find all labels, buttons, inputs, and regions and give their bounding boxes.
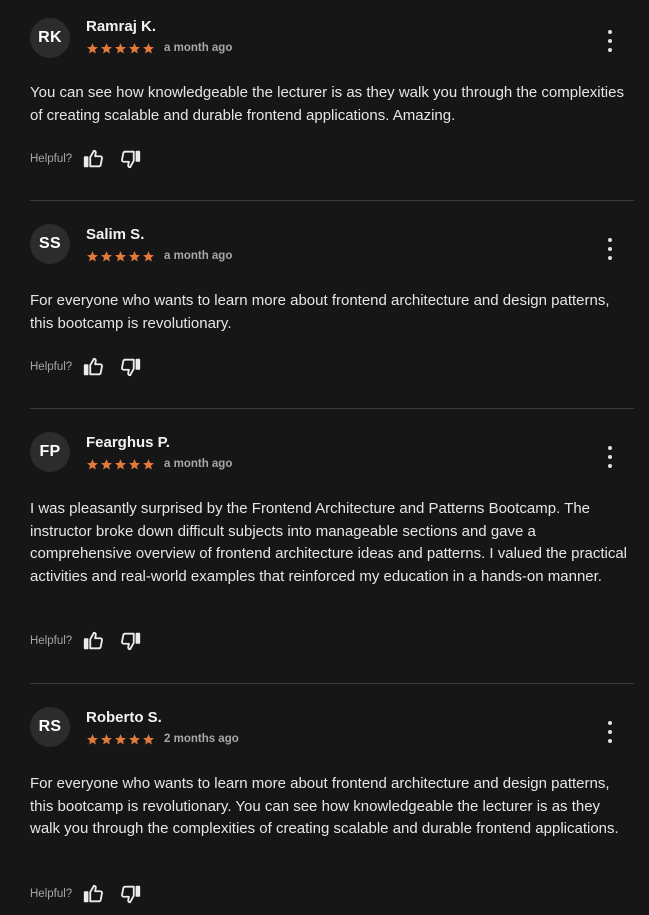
review-text: I was pleasantly surprised by the Fronte… xyxy=(30,500,627,585)
star-icon xyxy=(143,42,154,53)
star-icon xyxy=(115,42,126,53)
review-text: For everyone who wants to learn more abo… xyxy=(30,775,619,838)
thumbs-down-icon[interactable] xyxy=(120,356,142,378)
review-card: RS Roberto S. 2 months ago For everyone … xyxy=(30,684,634,915)
thumbs-down-icon[interactable] xyxy=(120,883,142,905)
rating-row: a month ago xyxy=(86,457,232,471)
reviewer-name: Salim S. xyxy=(86,226,145,243)
more-options-icon[interactable] xyxy=(602,30,618,52)
reviewer-name: Roberto S. xyxy=(86,709,162,726)
star-rating xyxy=(86,42,155,55)
avatar: SS xyxy=(30,224,70,264)
review-date: a month ago xyxy=(164,250,233,262)
star-icon xyxy=(143,733,154,744)
star-icon xyxy=(87,42,98,53)
review-text: You can see how knowledgeable the lectur… xyxy=(30,84,624,124)
star-icon xyxy=(129,42,140,53)
helpful-row: Helpful? xyxy=(30,630,142,652)
star-icon xyxy=(115,458,126,469)
helpful-row: Helpful? xyxy=(30,356,142,378)
helpful-label: Helpful? xyxy=(30,635,73,647)
thumbs-down-icon[interactable] xyxy=(120,148,142,170)
review-card: FP Fearghus P. a month ago I was pleasan… xyxy=(30,409,634,684)
review-date: a month ago xyxy=(164,458,233,470)
star-icon xyxy=(101,42,112,53)
helpful-label: Helpful? xyxy=(30,153,73,165)
review-date: 2 months ago xyxy=(164,733,239,745)
star-icon xyxy=(129,458,140,469)
rating-row: a month ago xyxy=(86,249,232,263)
thumbs-down-icon[interactable] xyxy=(120,630,142,652)
helpful-label: Helpful? xyxy=(30,888,73,900)
star-icon xyxy=(101,458,112,469)
thumbs-up-icon[interactable] xyxy=(82,356,104,378)
star-icon xyxy=(87,733,98,744)
avatar: FP xyxy=(30,432,70,472)
star-rating xyxy=(86,250,155,263)
star-icon xyxy=(115,250,126,261)
star-icon xyxy=(87,250,98,261)
helpful-row: Helpful? xyxy=(30,148,142,170)
star-icon xyxy=(101,733,112,744)
rating-row: a month ago xyxy=(86,41,232,55)
review-card: SS Salim S. a month ago For everyone who… xyxy=(30,201,634,409)
rating-row: 2 months ago xyxy=(86,732,239,746)
reviewer-name: Fearghus P. xyxy=(86,434,170,451)
star-rating xyxy=(86,733,155,746)
review-text: For everyone who wants to learn more abo… xyxy=(30,292,610,332)
star-icon xyxy=(115,733,126,744)
more-options-icon[interactable] xyxy=(602,238,618,260)
thumbs-up-icon[interactable] xyxy=(82,883,104,905)
reviewer-name: Ramraj K. xyxy=(86,18,157,35)
star-rating xyxy=(86,458,155,471)
avatar: RK xyxy=(30,18,70,58)
star-icon xyxy=(101,250,112,261)
more-options-icon[interactable] xyxy=(602,446,618,468)
thumbs-up-icon[interactable] xyxy=(82,630,104,652)
thumbs-up-icon[interactable] xyxy=(82,148,104,170)
star-icon xyxy=(143,250,154,261)
star-icon xyxy=(129,733,140,744)
review-card: RK Ramraj K. a month ago You can see how… xyxy=(30,0,634,201)
helpful-row: Helpful? xyxy=(30,883,142,905)
star-icon xyxy=(87,458,98,469)
avatar: RS xyxy=(30,707,70,747)
more-options-icon[interactable] xyxy=(602,721,618,743)
review-date: a month ago xyxy=(164,42,233,54)
helpful-label: Helpful? xyxy=(30,361,73,373)
star-icon xyxy=(129,250,140,261)
star-icon xyxy=(143,458,154,469)
